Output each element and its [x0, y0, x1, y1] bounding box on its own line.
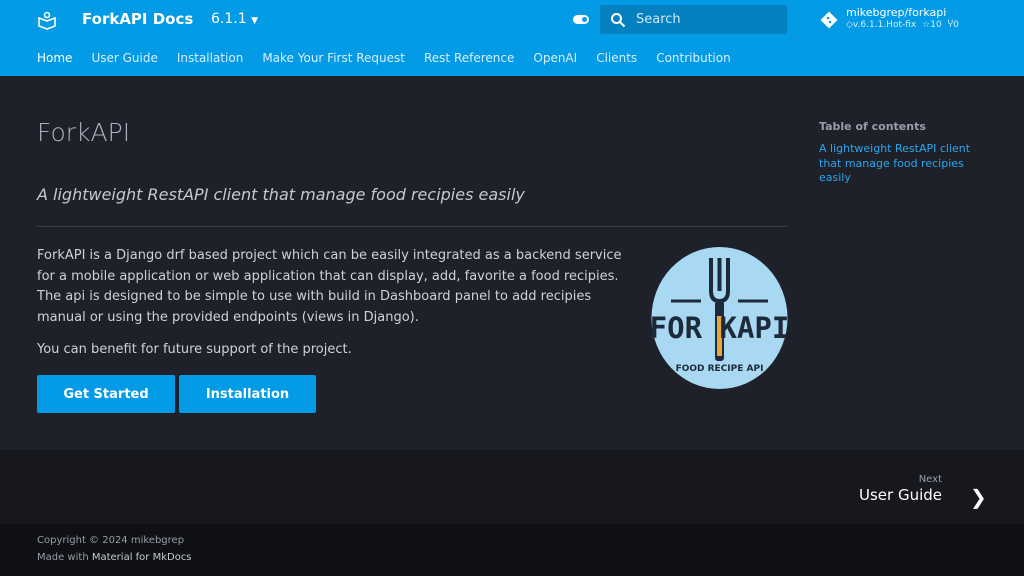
copyright: Copyright © 2024 mikebgrep	[37, 535, 185, 546]
search-placeholder: Search	[636, 12, 681, 27]
chevron-right-icon: ❯	[970, 485, 987, 509]
tab-clients[interactable]: Clients	[596, 51, 637, 65]
repo-tag: ◇v.6.1.1.Hot-fix	[846, 20, 917, 30]
toc-title: Table of contents	[819, 120, 926, 133]
installation-button[interactable]: Installation	[179, 375, 316, 413]
tab-user-guide[interactable]: User Guide	[91, 51, 157, 65]
search-icon	[611, 12, 626, 27]
repo-name: mikebgrep/forkapi	[846, 6, 947, 19]
site-title[interactable]: ForkAPI Docs	[82, 10, 193, 28]
page-title: ForkAPI	[37, 118, 131, 147]
get-started-button[interactable]: Get Started	[37, 375, 175, 413]
support-paragraph: You can benefit for future support of th…	[37, 342, 352, 357]
search-input[interactable]: Search	[600, 5, 787, 34]
theme-toggle[interactable]	[573, 15, 589, 24]
made-with: Made with Material for MkDocs	[37, 552, 192, 563]
repo-forks: Ⴤ0	[947, 20, 959, 30]
tab-openai[interactable]: OpenAI	[533, 51, 577, 65]
repo-link[interactable]: mikebgrep/forkapi ◇v.6.1.1.Hot-fix ☆10 Ⴤ…	[820, 6, 959, 30]
header: ForkAPI Docs 6.1.1 ▼ Search mikebgrep/fo…	[0, 0, 1024, 76]
divider	[37, 226, 787, 227]
tab-first-request[interactable]: Make Your First Request	[262, 51, 405, 65]
tab-rest-reference[interactable]: Rest Reference	[424, 51, 514, 65]
version-selector[interactable]: 6.1.1 ▼	[211, 11, 258, 27]
tab-home[interactable]: Home	[37, 51, 72, 65]
caret-down-icon: ▼	[251, 16, 258, 26]
version-label: 6.1.1	[211, 11, 247, 27]
logo-text: FOR KAPI	[651, 311, 788, 345]
nav-tabs: Home User Guide Installation Make Your F…	[37, 51, 731, 65]
tag-icon: ◇	[846, 20, 853, 30]
intro-paragraph: ForkAPI is a Django drf based project wh…	[37, 248, 622, 325]
tab-contribution[interactable]: Contribution	[656, 51, 731, 65]
next-label: Next	[918, 474, 942, 485]
git-icon	[820, 11, 838, 29]
repo-stars: ☆10	[922, 20, 942, 30]
forkapi-logo: FOR KAPI FOOD RECIPE API	[651, 247, 788, 389]
tagline: A lightweight RestAPI client that manage…	[37, 185, 525, 204]
logo-subtext: FOOD RECIPE API	[676, 364, 764, 374]
material-link[interactable]: Material for MkDocs	[92, 552, 192, 563]
made-with-label: Made with	[37, 552, 89, 563]
footer: Copyright © 2024 mikebgrep Made with Mat…	[0, 524, 1024, 576]
toc-link[interactable]: A lightweight RestAPI client that manage…	[819, 142, 984, 186]
next-title: User Guide	[858, 486, 942, 504]
tab-installation[interactable]: Installation	[177, 51, 243, 65]
book-logo-icon[interactable]	[37, 10, 57, 30]
